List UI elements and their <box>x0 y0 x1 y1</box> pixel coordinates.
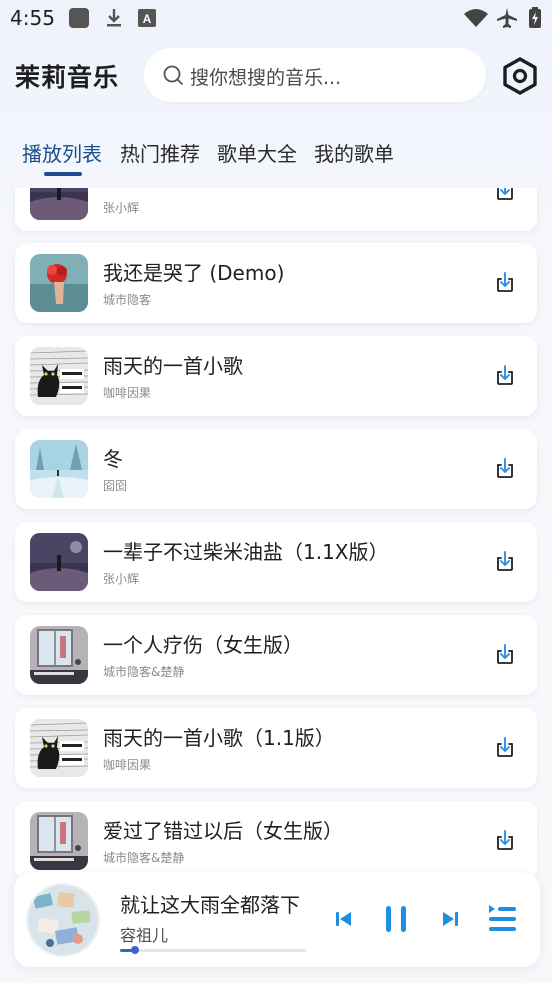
song-title: 我还是哭了 (Demo) <box>103 261 285 285</box>
song-item[interactable]: 一辈子不过柴米油盐（1.1X版） 张小辉 <box>15 522 537 602</box>
album-cover <box>30 188 88 220</box>
next-icon[interactable] <box>440 909 460 929</box>
song-item[interactable]: 一个人疗伤（女生版） 城市隐客&楚静 <box>15 615 537 695</box>
status-time: 4:55 <box>10 6 55 30</box>
player-album-cover[interactable] <box>28 885 98 955</box>
battery-icon <box>529 7 541 28</box>
download-icon[interactable] <box>493 828 517 852</box>
song-item[interactable]: 雨天的一首小歌（1.1版） 咖啡因果 <box>15 708 537 788</box>
tab-my-playlists[interactable]: 我的歌单 <box>314 138 394 167</box>
song-artist: 城市隐客 <box>103 293 152 307</box>
song-item[interactable]: 冬 囵囵 <box>15 429 537 509</box>
album-cover <box>30 812 88 870</box>
download-icon[interactable] <box>493 270 517 294</box>
song-artist: 城市隐客&楚静 <box>103 665 185 679</box>
song-item[interactable]: 我还是哭了 (Demo) 城市隐客 <box>15 243 537 323</box>
song-title: 雨天的一首小歌 <box>103 354 243 378</box>
song-item[interactable]: 爱过了错过以后（女生版） 城市隐客&楚静 <box>15 801 537 878</box>
progress-bar[interactable] <box>120 946 306 954</box>
search-input[interactable]: 搜你想搜的音乐... <box>144 48 486 102</box>
tab-hot-recommend[interactable]: 热门推荐 <box>120 138 200 167</box>
song-artist: 张小辉 <box>103 201 140 215</box>
song-artist: 咖啡因果 <box>103 758 152 772</box>
song-list[interactable]: 张小辉 我还是哭了 (Demo) 城市隐客 雨天的一首小歌 咖啡因果 冬 囵囵 … <box>0 188 552 878</box>
song-item[interactable]: 雨天的一首小歌 咖啡因果 <box>15 336 537 416</box>
player-artist: 容祖儿 <box>120 926 169 945</box>
tab-indicator <box>44 172 82 176</box>
tab-playlists-all[interactable]: 歌单大全 <box>217 138 297 167</box>
player-song-title: 就让这大雨全都落下 <box>120 893 300 917</box>
song-item[interactable]: 张小辉 <box>15 188 537 231</box>
download-icon[interactable] <box>493 188 517 202</box>
tab-playlist[interactable]: 播放列表 <box>22 138 102 167</box>
progress-thumb[interactable] <box>130 946 139 954</box>
svg-text:A: A <box>143 12 152 26</box>
song-title: 一辈子不过柴米油盐（1.1X版） <box>103 540 389 564</box>
song-title: 爱过了错过以后（女生版） <box>103 819 343 843</box>
settings-button[interactable] <box>500 56 540 96</box>
download-icon <box>107 9 121 27</box>
mini-player[interactable]: 就让这大雨全都落下 容祖儿 <box>14 873 540 967</box>
wifi-icon <box>464 9 488 27</box>
download-icon[interactable] <box>493 735 517 759</box>
download-icon[interactable] <box>493 549 517 573</box>
settings-hex-icon <box>503 57 537 95</box>
song-title: 雨天的一首小歌（1.1版） <box>103 726 335 750</box>
album-cover <box>30 626 88 684</box>
playlist-icon[interactable] <box>486 903 518 935</box>
song-title: 冬 <box>103 447 123 471</box>
keyboard-icon: A <box>138 9 156 27</box>
album-cover <box>30 440 88 498</box>
download-icon[interactable] <box>493 456 517 480</box>
song-artist: 咖啡因果 <box>103 386 152 400</box>
download-icon[interactable] <box>493 642 517 666</box>
song-artist: 城市隐客&楚静 <box>103 851 185 865</box>
album-cover <box>30 347 88 405</box>
tab-bar: 播放列表 热门推荐 歌单大全 我的歌单 <box>0 138 552 178</box>
song-artist: 张小辉 <box>103 572 140 586</box>
song-title: 一个人疗伤（女生版） <box>103 633 303 657</box>
pause-icon[interactable] <box>383 904 409 934</box>
album-cover <box>30 719 88 777</box>
song-artist: 囵囵 <box>103 479 128 493</box>
search-placeholder: 搜你想搜的音乐... <box>190 67 342 89</box>
previous-icon[interactable] <box>334 909 354 929</box>
download-icon[interactable] <box>493 363 517 387</box>
album-cover <box>30 254 88 312</box>
search-icon <box>163 65 183 85</box>
status-bar: 4:55 A <box>0 0 552 38</box>
image-icon <box>69 8 89 28</box>
app-title: 茉莉音乐 <box>15 63 120 92</box>
airplane-icon <box>497 8 517 28</box>
album-cover <box>30 533 88 591</box>
